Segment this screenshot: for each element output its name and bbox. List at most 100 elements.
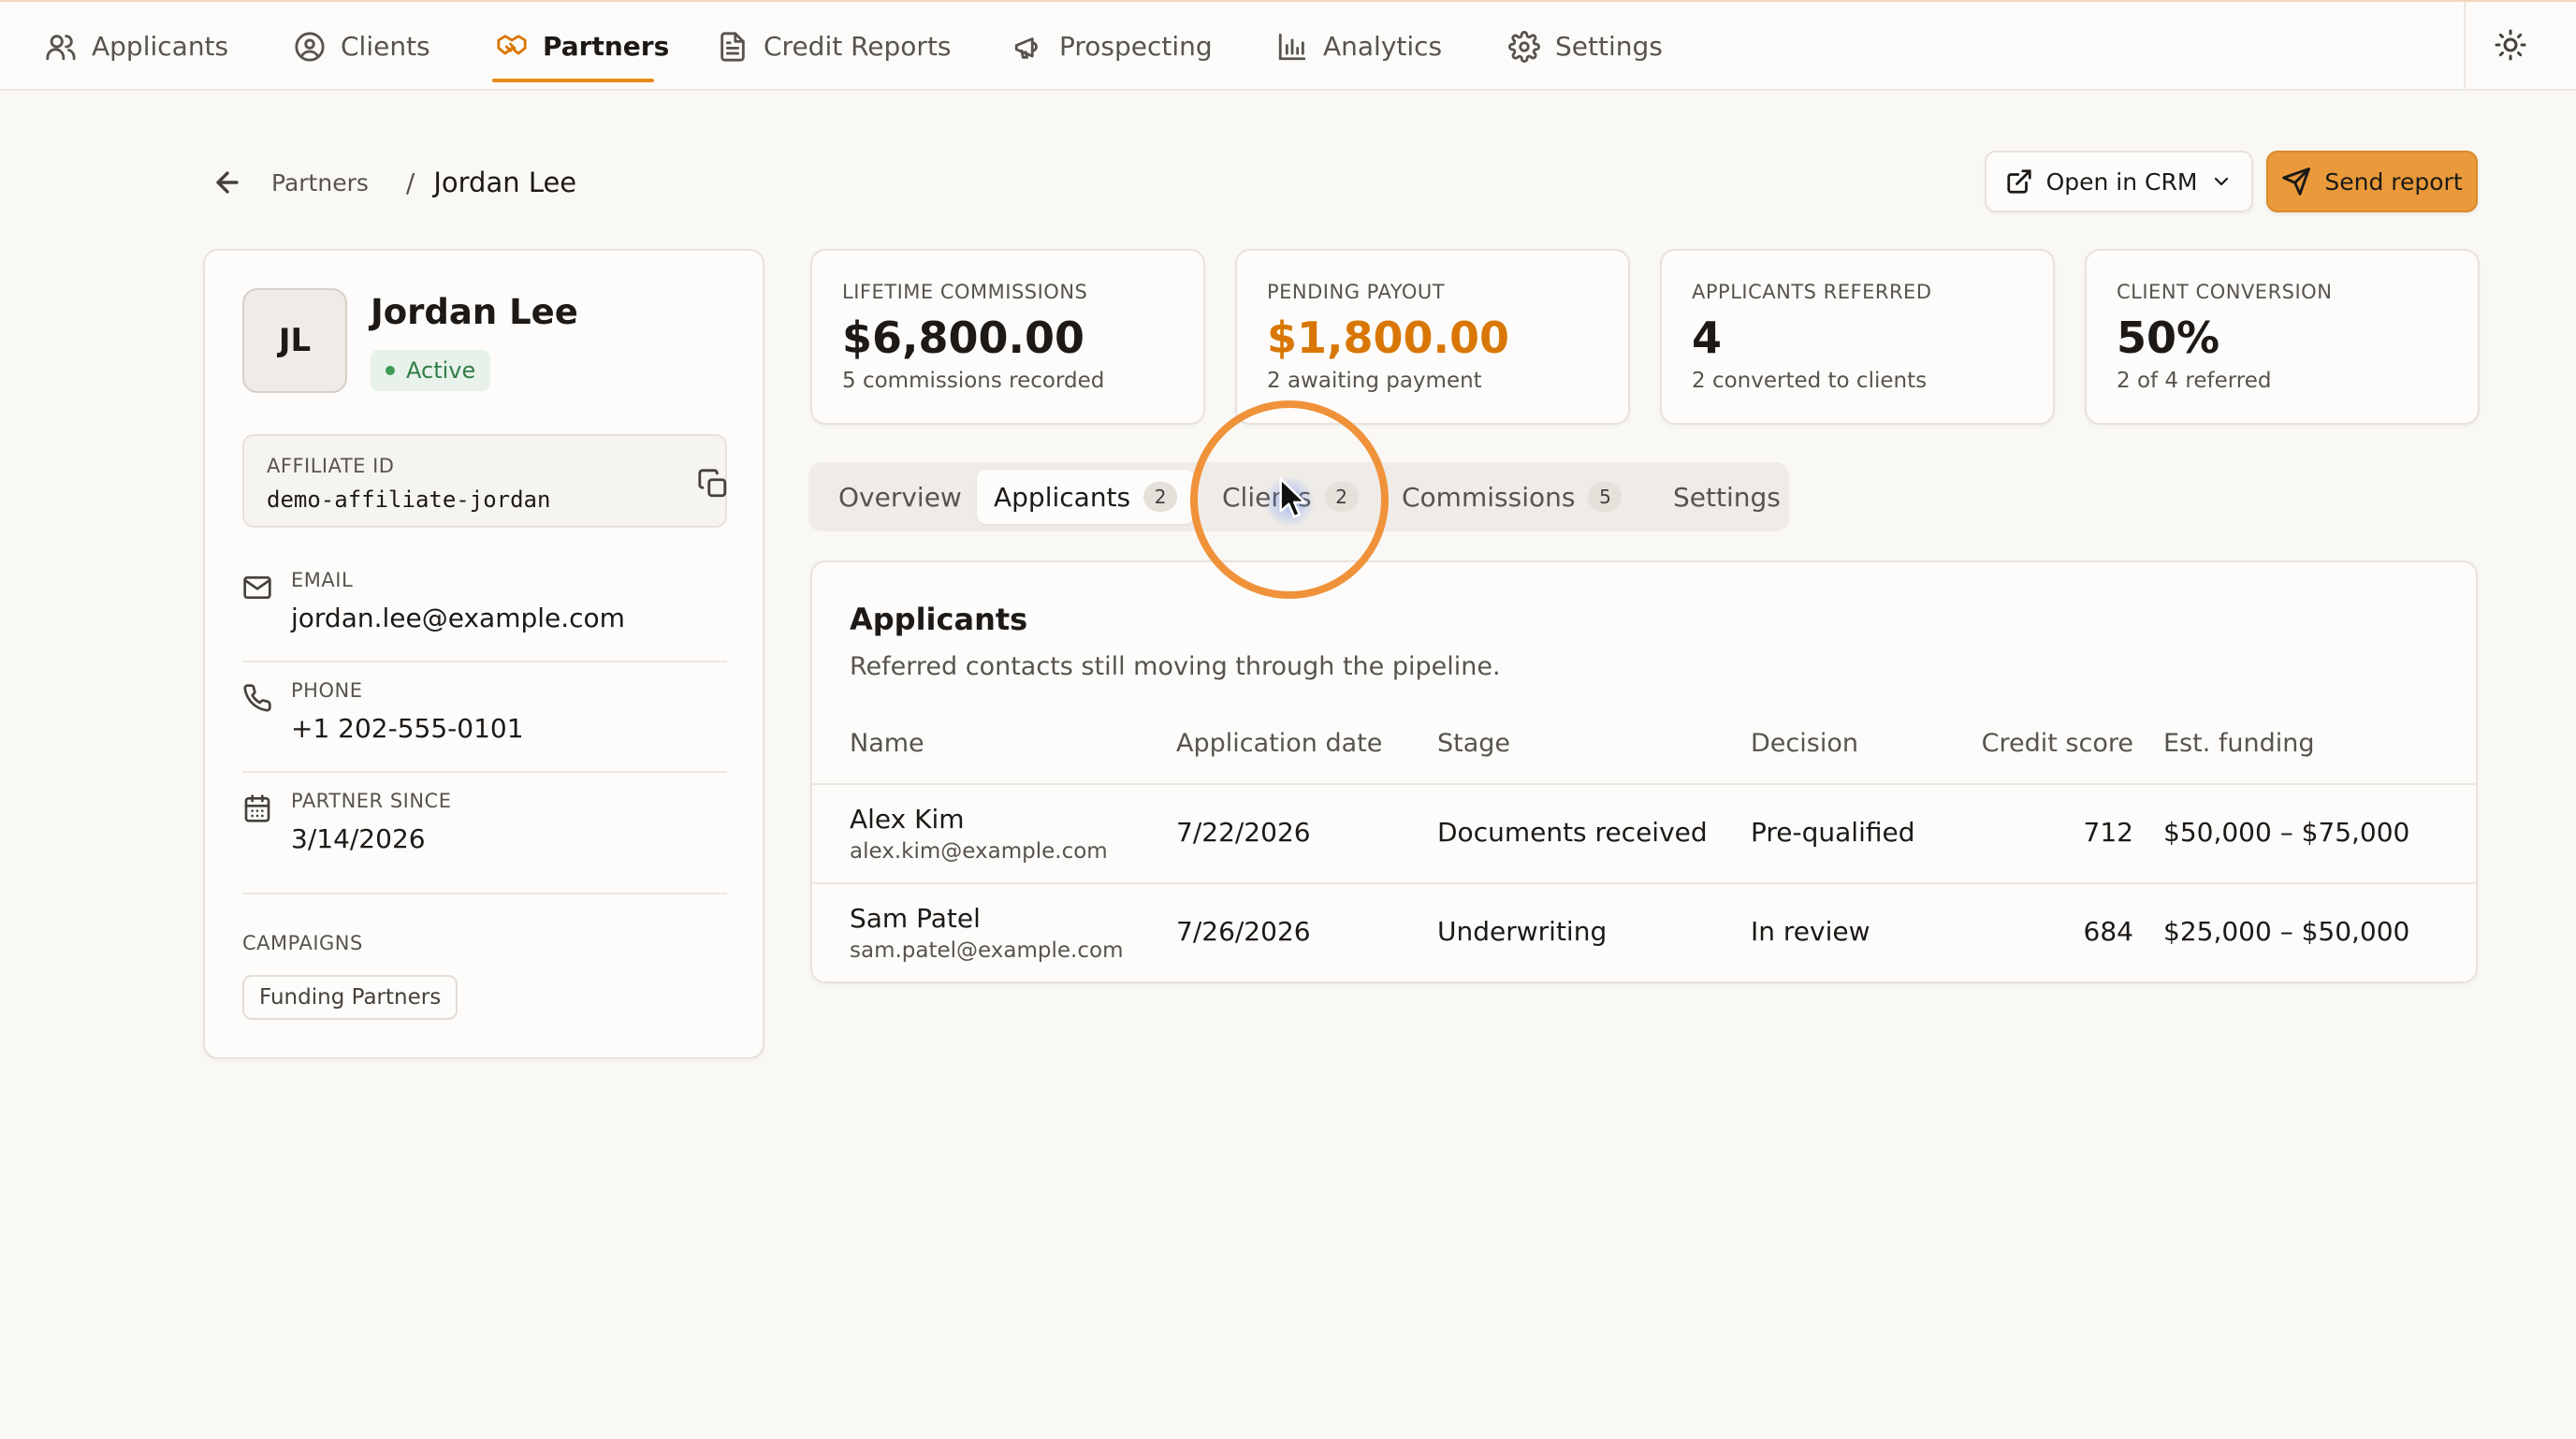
chevron-down-icon xyxy=(2215,177,2229,186)
column-header-application-date[interactable]: Application date xyxy=(1176,729,1382,758)
stat-subtext: 2 converted to clients xyxy=(1692,369,1928,393)
nav-label: Clients xyxy=(341,31,430,62)
stat-card-lifetime-commissions: LIFETIME COMMISSIONS $6,800.00 5 commiss… xyxy=(810,249,1205,425)
nav-label: Prospecting xyxy=(1059,31,1213,62)
users-icon xyxy=(46,34,76,60)
status-label: Active xyxy=(406,357,476,384)
applicant-name: Sam Patel xyxy=(850,903,981,934)
nav-item-credit-reports[interactable]: Credit Reports xyxy=(717,2,952,91)
tab-commissions[interactable]: Commissions 5 xyxy=(1385,470,1638,524)
nav-item-analytics[interactable]: Analytics xyxy=(1276,2,1442,91)
column-header-credit-score[interactable]: Credit score xyxy=(1954,729,2133,758)
phone-value[interactable]: +1 202-555-0101 xyxy=(291,713,524,744)
status-dot xyxy=(386,366,395,375)
stat-subtext: 2 awaiting payment xyxy=(1267,369,1482,393)
panel-description: Referred contacts still moving through t… xyxy=(850,652,1501,681)
partner-since-label: PARTNER SINCE xyxy=(291,790,452,812)
sun-icon xyxy=(2495,29,2526,61)
theme-toggle-button[interactable] xyxy=(2494,28,2531,65)
application-date: 7/22/2026 xyxy=(1176,817,1311,848)
applicant-email: alex.kim@example.com xyxy=(850,839,1108,864)
application-date: 7/26/2026 xyxy=(1176,916,1311,947)
status-badge: Active xyxy=(371,350,491,391)
send-report-label: Send report xyxy=(2324,167,2463,196)
applicant-name: Alex Kim xyxy=(850,804,965,835)
stat-value: 50% xyxy=(2117,313,2220,363)
breadcrumb-partners-link[interactable]: Partners xyxy=(271,169,369,196)
top-nav: Applicants Clients Partners Credit Repor… xyxy=(0,0,2576,91)
email-label: EMAIL xyxy=(291,569,354,591)
partner-since-value: 3/14/2026 xyxy=(291,823,426,854)
copy-icon[interactable] xyxy=(697,468,729,500)
nav-item-prospecting[interactable]: Prospecting xyxy=(1012,2,1213,91)
nav-label: Partners xyxy=(543,31,670,62)
tab-count-badge: 5 xyxy=(1588,482,1623,512)
tab-label: Commissions xyxy=(1402,481,1576,513)
mouse-pointer-icon xyxy=(1279,477,1306,518)
nav-item-settings[interactable]: Settings xyxy=(1508,2,1663,91)
stat-card-pending-payout: PENDING PAYOUT $1,800.00 2 awaiting paym… xyxy=(1235,249,1630,425)
breadcrumb-current: Jordan Lee xyxy=(433,167,577,198)
tab-settings[interactable]: Settings xyxy=(1656,470,1797,524)
arrow-left-icon[interactable] xyxy=(211,167,243,198)
file-text-icon xyxy=(720,31,745,62)
open-in-crm-button[interactable]: Open in CRM xyxy=(1985,151,2253,212)
avatar: JL xyxy=(242,288,347,393)
phone-row: PHONE +1 202-555-0101 xyxy=(242,662,727,773)
nav-divider xyxy=(2464,2,2466,91)
tab-overview[interactable]: Overview xyxy=(822,470,979,524)
stat-subtext: 5 commissions recorded xyxy=(842,369,1105,393)
affiliate-id-box: AFFILIATE ID demo-affiliate-jordan xyxy=(242,434,727,528)
phone-icon xyxy=(243,684,271,712)
nav-item-applicants[interactable]: Applicants xyxy=(45,2,228,91)
gear-icon xyxy=(1508,30,1540,63)
nav-active-indicator xyxy=(492,79,654,82)
applicant-email: sam.patel@example.com xyxy=(850,938,1124,963)
nav-label: Analytics xyxy=(1323,31,1443,62)
column-header-name[interactable]: Name xyxy=(850,729,924,758)
row-divider xyxy=(812,882,2476,884)
nav-item-clients[interactable]: Clients xyxy=(294,2,430,91)
partner-profile-card: JL Jordan Lee Active AFFILIATE ID demo-a… xyxy=(203,249,764,1059)
stat-label: PENDING PAYOUT xyxy=(1267,281,1446,303)
email-value[interactable]: jordan.lee@example.com xyxy=(291,603,625,633)
credit-score: 684 xyxy=(2083,916,2133,947)
nav-label: Credit Reports xyxy=(764,31,952,62)
campaign-chip[interactable]: Funding Partners xyxy=(242,975,458,1020)
nav-label: Settings xyxy=(1555,31,1663,62)
send-icon xyxy=(2282,167,2311,196)
breadcrumb-separator: / xyxy=(405,167,415,198)
column-header-est-funding[interactable]: Est. funding xyxy=(2163,729,2315,758)
email-row: EMAIL jordan.lee@example.com xyxy=(242,552,727,662)
decision: In review xyxy=(1751,916,1870,947)
decision: Pre-qualified xyxy=(1751,817,1915,848)
calendar-icon xyxy=(244,794,270,822)
stat-label: APPLICANTS REFERRED xyxy=(1692,281,1932,303)
send-report-button[interactable]: Send report xyxy=(2266,151,2478,212)
nav-label: Applicants xyxy=(92,31,229,62)
stage: Documents received xyxy=(1437,817,1708,848)
breadcrumb: Partners / Jordan Lee xyxy=(211,159,576,206)
stat-label: CLIENT CONVERSION xyxy=(2117,281,2333,303)
megaphone-icon xyxy=(1014,36,1038,59)
stat-value: 4 xyxy=(1692,313,1723,363)
tab-label: Applicants xyxy=(994,481,1131,513)
phone-label: PHONE xyxy=(291,679,363,702)
column-header-stage[interactable]: Stage xyxy=(1437,729,1510,758)
table-header-divider xyxy=(812,783,2476,785)
nav-item-partners[interactable]: Partners xyxy=(496,2,669,91)
tab-count-badge: 2 xyxy=(1143,482,1178,512)
credit-score: 712 xyxy=(2083,817,2133,848)
campaigns-label: CAMPAIGNS xyxy=(242,932,363,954)
column-header-decision[interactable]: Decision xyxy=(1751,729,1858,758)
stat-subtext: 2 of 4 referred xyxy=(2117,369,2272,393)
panel-title: Applicants xyxy=(850,602,1028,637)
handshake-icon xyxy=(497,34,527,54)
tab-applicants[interactable]: Applicants 2 xyxy=(977,470,1195,524)
affiliate-id-label: AFFILIATE ID xyxy=(267,455,395,477)
user-circle-icon xyxy=(295,31,325,62)
bar-chart-icon xyxy=(1278,33,1306,60)
affiliate-id-value: demo-affiliate-jordan xyxy=(267,487,551,513)
stat-value: $6,800.00 xyxy=(842,313,1084,363)
tab-label: Settings xyxy=(1673,481,1781,513)
